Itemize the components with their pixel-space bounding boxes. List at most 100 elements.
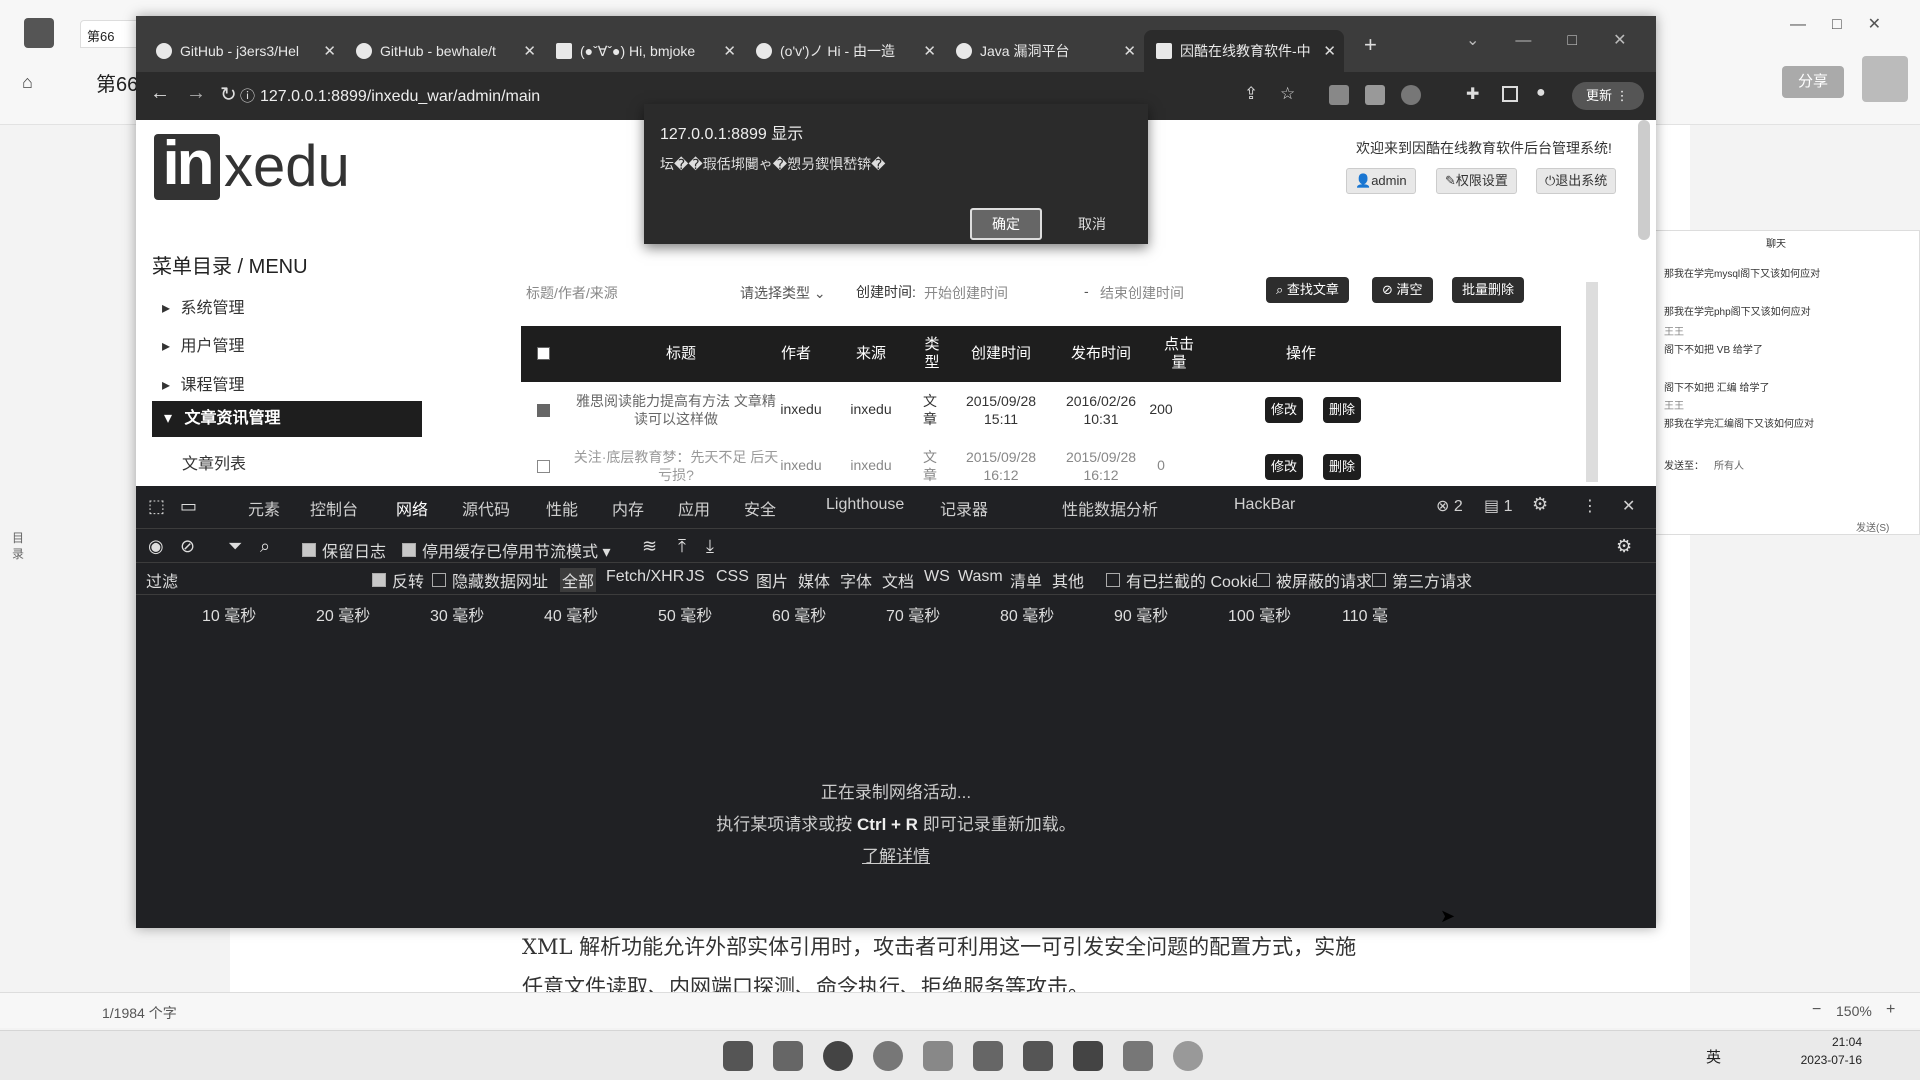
- column-header[interactable]: 类型: [921, 326, 943, 382]
- blocked-requests-checkbox[interactable]: 被屏蔽的请求: [1256, 568, 1372, 592]
- outline-toggle[interactable]: 目录: [12, 530, 26, 562]
- column-header[interactable]: 操作: [1201, 326, 1401, 382]
- filter-type-media[interactable]: 媒体: [798, 568, 830, 592]
- share-button[interactable]: 分享: [1782, 66, 1844, 98]
- network-conditions-icon[interactable]: ≋: [642, 536, 657, 557]
- tab-hackbar[interactable]: HackBar: [1234, 496, 1295, 514]
- edit-button[interactable]: 修改: [1265, 454, 1303, 480]
- tab-sources[interactable]: 源代码: [462, 496, 510, 520]
- zoom-out-icon[interactable]: −: [1812, 1001, 1821, 1019]
- word-count[interactable]: 1/1984 个字: [102, 1003, 177, 1023]
- profile-icon[interactable]: ●: [1536, 84, 1546, 102]
- browser-tab[interactable]: GitHub - j3ers3/Hel ✕: [144, 30, 344, 72]
- filter-type-js[interactable]: JS: [686, 568, 705, 586]
- table-scrollbar[interactable]: [1586, 282, 1598, 482]
- column-header[interactable]: 来源: [831, 326, 911, 382]
- extension-icon[interactable]: [1401, 85, 1421, 105]
- filter-icon[interactable]: ⏷: [228, 536, 242, 557]
- more-menu-icon[interactable]: ⋮: [1582, 496, 1598, 516]
- record-stop-icon[interactable]: ◉: [148, 536, 164, 557]
- notes-app-icon[interactable]: [1123, 1041, 1153, 1071]
- bg-tab[interactable]: 第66: [80, 20, 140, 48]
- search-icon[interactable]: ⌕: [260, 536, 270, 557]
- sidebar-item-courses[interactable]: ▸ 课程管理: [162, 371, 245, 395]
- tab-elements[interactable]: 元素: [248, 496, 280, 520]
- device-toggle-icon[interactable]: ▭: [180, 496, 197, 517]
- sidebar-subitem-article-list[interactable]: 文章列表: [182, 450, 246, 474]
- export-har-icon[interactable]: ⤓: [706, 536, 714, 557]
- batch-delete-button[interactable]: 批量删除: [1452, 277, 1525, 303]
- filter-type-images[interactable]: 图片: [756, 568, 788, 592]
- input-method-indicator[interactable]: 英: [1706, 1046, 1721, 1067]
- network-settings-icon[interactable]: ⚙: [1616, 536, 1632, 557]
- zoom-in-icon[interactable]: +: [1886, 1001, 1895, 1019]
- extension-icon[interactable]: [1365, 85, 1385, 105]
- throttle-select[interactable]: 已停用节流模式 ▾: [486, 538, 611, 562]
- forward-icon[interactable]: →: [186, 82, 206, 105]
- reload-icon[interactable]: ↻: [220, 82, 237, 107]
- issues-counter[interactable]: ⊗ 2: [1436, 496, 1463, 516]
- update-button[interactable]: 更新 ⋮: [1572, 82, 1644, 110]
- qq-icon[interactable]: [1173, 1041, 1203, 1071]
- side-panel-icon[interactable]: [1502, 86, 1518, 102]
- column-header[interactable]: 发布时间: [1051, 326, 1151, 382]
- close-tab-icon[interactable]: ✕: [523, 42, 536, 60]
- select-all-checkbox[interactable]: [537, 347, 550, 360]
- tab-console[interactable]: 控制台: [310, 496, 358, 520]
- filter-type-fetch-xhr[interactable]: Fetch/XHR: [606, 568, 684, 586]
- invert-checkbox[interactable]: 反转: [372, 568, 424, 592]
- type-select[interactable]: 请选择类型 ⌄: [740, 283, 826, 303]
- filter-type-fonts[interactable]: 字体: [840, 568, 872, 592]
- alert-ok-button[interactable]: 确定: [970, 208, 1042, 240]
- delete-button[interactable]: 删除: [1323, 397, 1361, 423]
- close-tab-icon[interactable]: ✕: [723, 42, 736, 60]
- extensions-puzzle-icon[interactable]: ✚: [1466, 84, 1479, 104]
- third-party-checkbox[interactable]: 第三方请求: [1372, 568, 1472, 592]
- filter-type-all[interactable]: 全部: [560, 568, 597, 592]
- filter-type-wasm[interactable]: Wasm: [958, 568, 1003, 586]
- column-header[interactable]: 作者: [761, 326, 831, 382]
- edge-browser-icon[interactable]: [823, 1041, 853, 1071]
- app-icon[interactable]: [923, 1041, 953, 1071]
- close-tab-icon[interactable]: ✕: [923, 42, 936, 60]
- logout-button[interactable]: ⏻退出系统: [1536, 168, 1617, 194]
- admin-user-button[interactable]: 👤admin: [1346, 168, 1416, 194]
- preserve-log-checkbox[interactable]: 保留日志: [302, 538, 386, 562]
- bg-window-controls[interactable]: —□✕: [1790, 14, 1907, 34]
- close-tab-icon[interactable]: ✕: [1123, 42, 1136, 60]
- back-icon[interactable]: ←: [150, 82, 170, 105]
- alert-cancel-button[interactable]: 取消: [1056, 208, 1128, 240]
- clear-log-icon[interactable]: ⊘: [180, 536, 195, 557]
- sidebar-item-system[interactable]: ▸ 系统管理: [162, 294, 245, 318]
- tab-memory[interactable]: 内存: [612, 496, 644, 520]
- row-checkbox[interactable]: [537, 460, 550, 473]
- permission-settings-button[interactable]: ✎权限设置: [1436, 168, 1517, 194]
- chrome-icon[interactable]: [873, 1041, 903, 1071]
- sidebar-item-articles[interactable]: ▾ 文章资讯管理: [152, 401, 422, 437]
- edit-button[interactable]: 修改: [1265, 397, 1303, 423]
- tab-network[interactable]: 网络: [396, 496, 428, 520]
- column-header[interactable]: 点击量: [1161, 326, 1197, 382]
- site-info-icon[interactable]: ⓘ: [240, 85, 255, 106]
- filter-type-css[interactable]: CSS: [716, 568, 749, 586]
- share-icon[interactable]: ⇪: [1244, 84, 1258, 104]
- start-icon[interactable]: [723, 1041, 753, 1071]
- tab-performance[interactable]: 性能: [546, 496, 578, 520]
- avatar[interactable]: [1862, 56, 1908, 102]
- delete-button[interactable]: 删除: [1323, 454, 1361, 480]
- disable-cache-checkbox[interactable]: 停用缓存: [402, 538, 486, 562]
- column-header[interactable]: 创建时间: [951, 326, 1051, 382]
- inspect-element-icon[interactable]: ⬚: [148, 496, 165, 517]
- clear-button[interactable]: ⊘ 清空: [1372, 277, 1433, 303]
- window-controls[interactable]: ⌄—□✕: [1466, 30, 1662, 50]
- filter-type-documents[interactable]: 文档: [882, 568, 914, 592]
- new-tab-icon[interactable]: +: [1364, 32, 1377, 58]
- chat-recipient-select[interactable]: 所有人: [1714, 457, 1744, 472]
- zoom-level[interactable]: 150%: [1836, 1003, 1872, 1019]
- find-article-button[interactable]: ⌕ 查找文章: [1266, 277, 1349, 303]
- tab-application[interactable]: 应用: [678, 496, 710, 520]
- hide-data-urls-checkbox[interactable]: 隐藏数据网址: [432, 568, 548, 592]
- search-input[interactable]: 标题/作者/来源: [526, 283, 706, 303]
- terminal-icon[interactable]: [1023, 1041, 1053, 1071]
- tab-recorder[interactable]: 记录器: [940, 496, 988, 520]
